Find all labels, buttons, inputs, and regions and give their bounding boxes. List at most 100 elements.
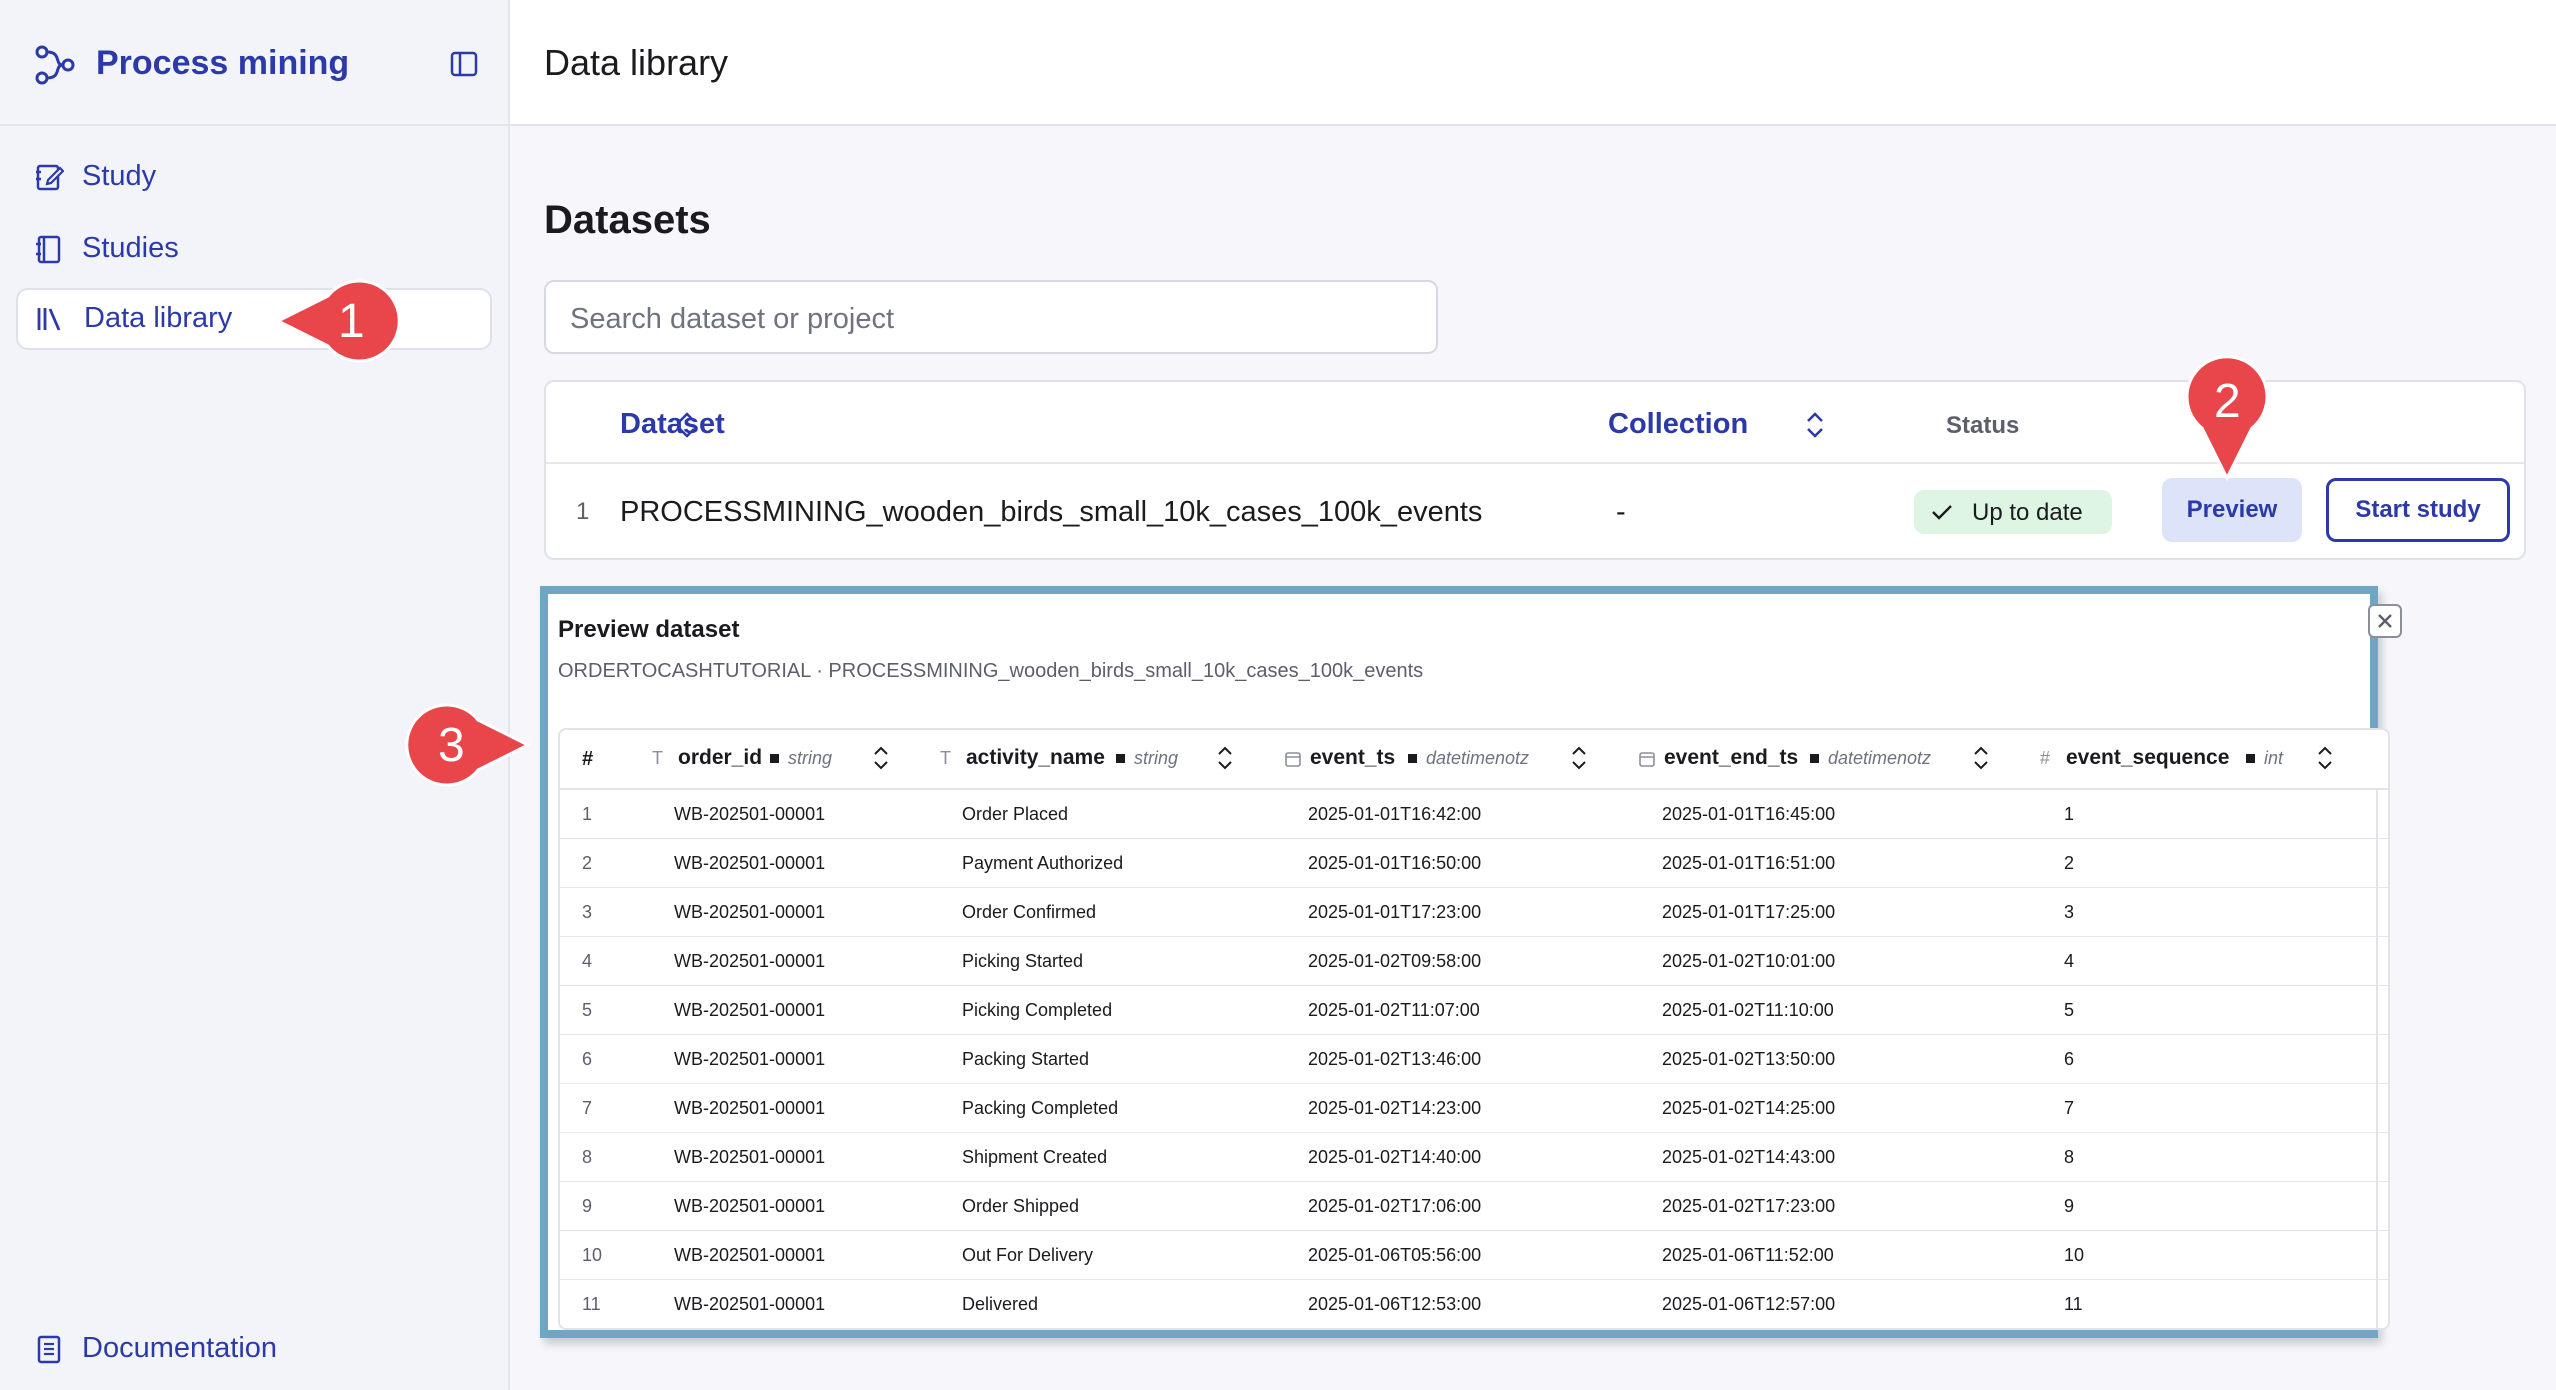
close-icon: [2378, 614, 2392, 628]
grid-cell-event-sequence: 11: [2064, 1294, 2083, 1314]
table-row: 8 WB-202501-00001 Shipment Created 2025-01-…: [560, 1133, 2388, 1182]
grid-cell-index: 3: [582, 902, 593, 922]
column-header-activity-name[interactable]: activity_name: [966, 746, 1105, 770]
sidebar-item-documentation[interactable]: Documentation: [16, 1318, 492, 1380]
grid-cell-activity-name: Picking Started: [962, 951, 1084, 971]
table-row: 1 WB-202501-00001 Order Placed 2025-01-01T1…: [560, 790, 2388, 839]
table-row: 10 WB-202501-00001 Out For Delivery 2025-01…: [560, 1231, 2388, 1280]
dataset-name: PROCESSMINING_wooden_birds_small_10k_cas…: [620, 496, 1483, 528]
grid-cell-activity-name: Order Shipped: [962, 1196, 1080, 1216]
type-marker: [2246, 754, 2255, 763]
grid-cell-event-end-ts: 2025-01-06T12:57:00: [1662, 1294, 1836, 1314]
sort-icon[interactable]: [676, 410, 698, 440]
column-header-event-sequence[interactable]: event_sequence: [2066, 746, 2229, 770]
grid-cell-activity-name: Picking Completed: [962, 1000, 1113, 1020]
grid-cell-event-end-ts: 2025-01-01T16:45:00: [1662, 804, 1836, 824]
callout-marker-3: [405, 703, 532, 787]
grid-cell-event-sequence: 3: [2064, 902, 2075, 922]
sort-icon[interactable]: [1804, 410, 1826, 440]
grid-cell-order-id: WB-202501-00001: [674, 1147, 826, 1167]
preview-button[interactable]: Preview: [2162, 478, 2302, 542]
column-header-index: #: [582, 748, 594, 770]
preview-subtitle: ORDERTOCASHTUTORIAL · PROCESSMINING_wood…: [558, 660, 1424, 682]
type-marker: [1810, 754, 1819, 763]
sort-icon[interactable]: [1972, 744, 1990, 772]
sort-icon[interactable]: [1216, 744, 1234, 772]
sidebar-item-data-library[interactable]: Data library: [16, 288, 492, 350]
grid-cell-index: 4: [582, 951, 593, 971]
column-header-event-end-ts[interactable]: event_end_ts: [1664, 746, 1798, 770]
callout-label-3: 3: [438, 719, 465, 772]
grid-cell-event-ts: 2025-01-06T12:53:00: [1308, 1294, 1482, 1314]
sidebar-item-studies[interactable]: Studies: [16, 218, 492, 280]
grid-cell-index: 6: [582, 1049, 593, 1069]
table-row: 5 WB-202501-00001 Picking Completed 2025-01…: [560, 986, 2388, 1035]
text-type-icon: T: [652, 748, 663, 768]
text-type-icon: T: [940, 748, 951, 768]
sidebar-item-label: Studies: [82, 232, 179, 264]
column-header-dataset[interactable]: Dataset: [620, 408, 725, 441]
grid-cell-index: 11: [582, 1294, 601, 1314]
sidebar-item-label: Study: [82, 160, 157, 192]
calendar-icon: [1639, 752, 1655, 767]
column-header-collection[interactable]: Collection: [1608, 408, 1748, 441]
grid-cell-event-ts: 2025-01-01T16:50:00: [1308, 853, 1482, 873]
column-header-order-id[interactable]: order_id: [678, 746, 762, 770]
grid-cell-index: 1: [582, 804, 593, 824]
number-type-icon: #: [2040, 748, 2051, 768]
sidebar-item-label: Documentation: [82, 1332, 278, 1364]
scrollbar[interactable]: [2376, 790, 2378, 1328]
grid-cell-event-end-ts: 2025-01-02T14:43:00: [1662, 1147, 1836, 1167]
column-type: int: [2264, 748, 2284, 768]
grid-cell-order-id: WB-202501-00001: [674, 804, 826, 824]
status-badge: Up to date: [1914, 490, 2112, 534]
grid-cell-event-ts: 2025-01-02T17:06:00: [1308, 1196, 1482, 1216]
grid-cell-order-id: WB-202501-00001: [674, 902, 826, 922]
grid-cell-event-ts: 2025-01-06T05:56:00: [1308, 1245, 1482, 1265]
document-icon: [37, 1335, 61, 1364]
edit-notebook-icon: [36, 164, 64, 191]
section-title: Datasets: [544, 198, 711, 242]
preview-data-grid: # T order_id string T activity_name stri…: [558, 728, 2390, 1330]
grid-cell-event-sequence: 5: [2064, 1000, 2075, 1020]
grid-cell-index: 10: [582, 1245, 603, 1265]
checkmark-icon: [1932, 505, 1952, 520]
sidebar-item-study[interactable]: Study: [16, 146, 492, 208]
grid-cell-index: 5: [582, 1000, 593, 1020]
grid-cell-order-id: WB-202501-00001: [674, 1049, 826, 1069]
close-button[interactable]: [2368, 604, 2402, 638]
sort-icon[interactable]: [1570, 744, 1588, 772]
grid-cell-activity-name: Packing Started: [962, 1049, 1090, 1069]
top-bar: Data library: [510, 0, 2556, 126]
column-header-event-ts[interactable]: event_ts: [1310, 746, 1395, 770]
column-header-status: Status: [1946, 412, 2020, 439]
process-mining-logo-icon: [35, 45, 75, 85]
sort-icon[interactable]: [2316, 744, 2334, 772]
grid-cell-index: 8: [582, 1147, 593, 1167]
grid-cell-activity-name: Shipment Created: [962, 1147, 1108, 1167]
sidebar-collapse-icon[interactable]: [450, 50, 478, 78]
grid-cell-order-id: WB-202501-00001: [674, 1098, 826, 1118]
start-study-button[interactable]: Start study: [2326, 478, 2510, 542]
type-marker: [1116, 754, 1125, 763]
type-marker: [770, 754, 779, 763]
search-input[interactable]: Search dataset or project: [544, 280, 1438, 354]
table-row: 11 WB-202501-00001 Delivered 2025-01-06T12:…: [560, 1280, 2388, 1328]
grid-cell-index: 2: [582, 853, 593, 873]
collection-value: -: [1616, 496, 1626, 528]
grid-cell-event-ts: 2025-01-02T09:58:00: [1308, 951, 1482, 971]
grid-cell-activity-name: Order Placed: [962, 804, 1069, 824]
grid-cell-order-id: WB-202501-00001: [674, 1000, 826, 1020]
grid-cell-activity-name: Order Confirmed: [962, 902, 1097, 922]
grid-cell-event-sequence: 6: [2064, 1049, 2075, 1069]
row-index: 1: [576, 498, 590, 525]
column-type: string: [1134, 748, 1179, 768]
status-label: Up to date: [1972, 499, 2083, 526]
grid-cell-event-ts: 2025-01-02T14:23:00: [1308, 1098, 1482, 1118]
notebook-icon: [36, 235, 61, 264]
table-row: 4 WB-202501-00001 Picking Started 2025-01-0…: [560, 937, 2388, 986]
table-row: 7 WB-202501-00001 Packing Completed 2025-01…: [560, 1084, 2388, 1133]
grid-cell-event-end-ts: 2025-01-01T17:25:00: [1662, 902, 1836, 922]
sort-icon[interactable]: [872, 744, 890, 772]
grid-cell-event-end-ts: 2025-01-01T16:51:00: [1662, 853, 1836, 873]
